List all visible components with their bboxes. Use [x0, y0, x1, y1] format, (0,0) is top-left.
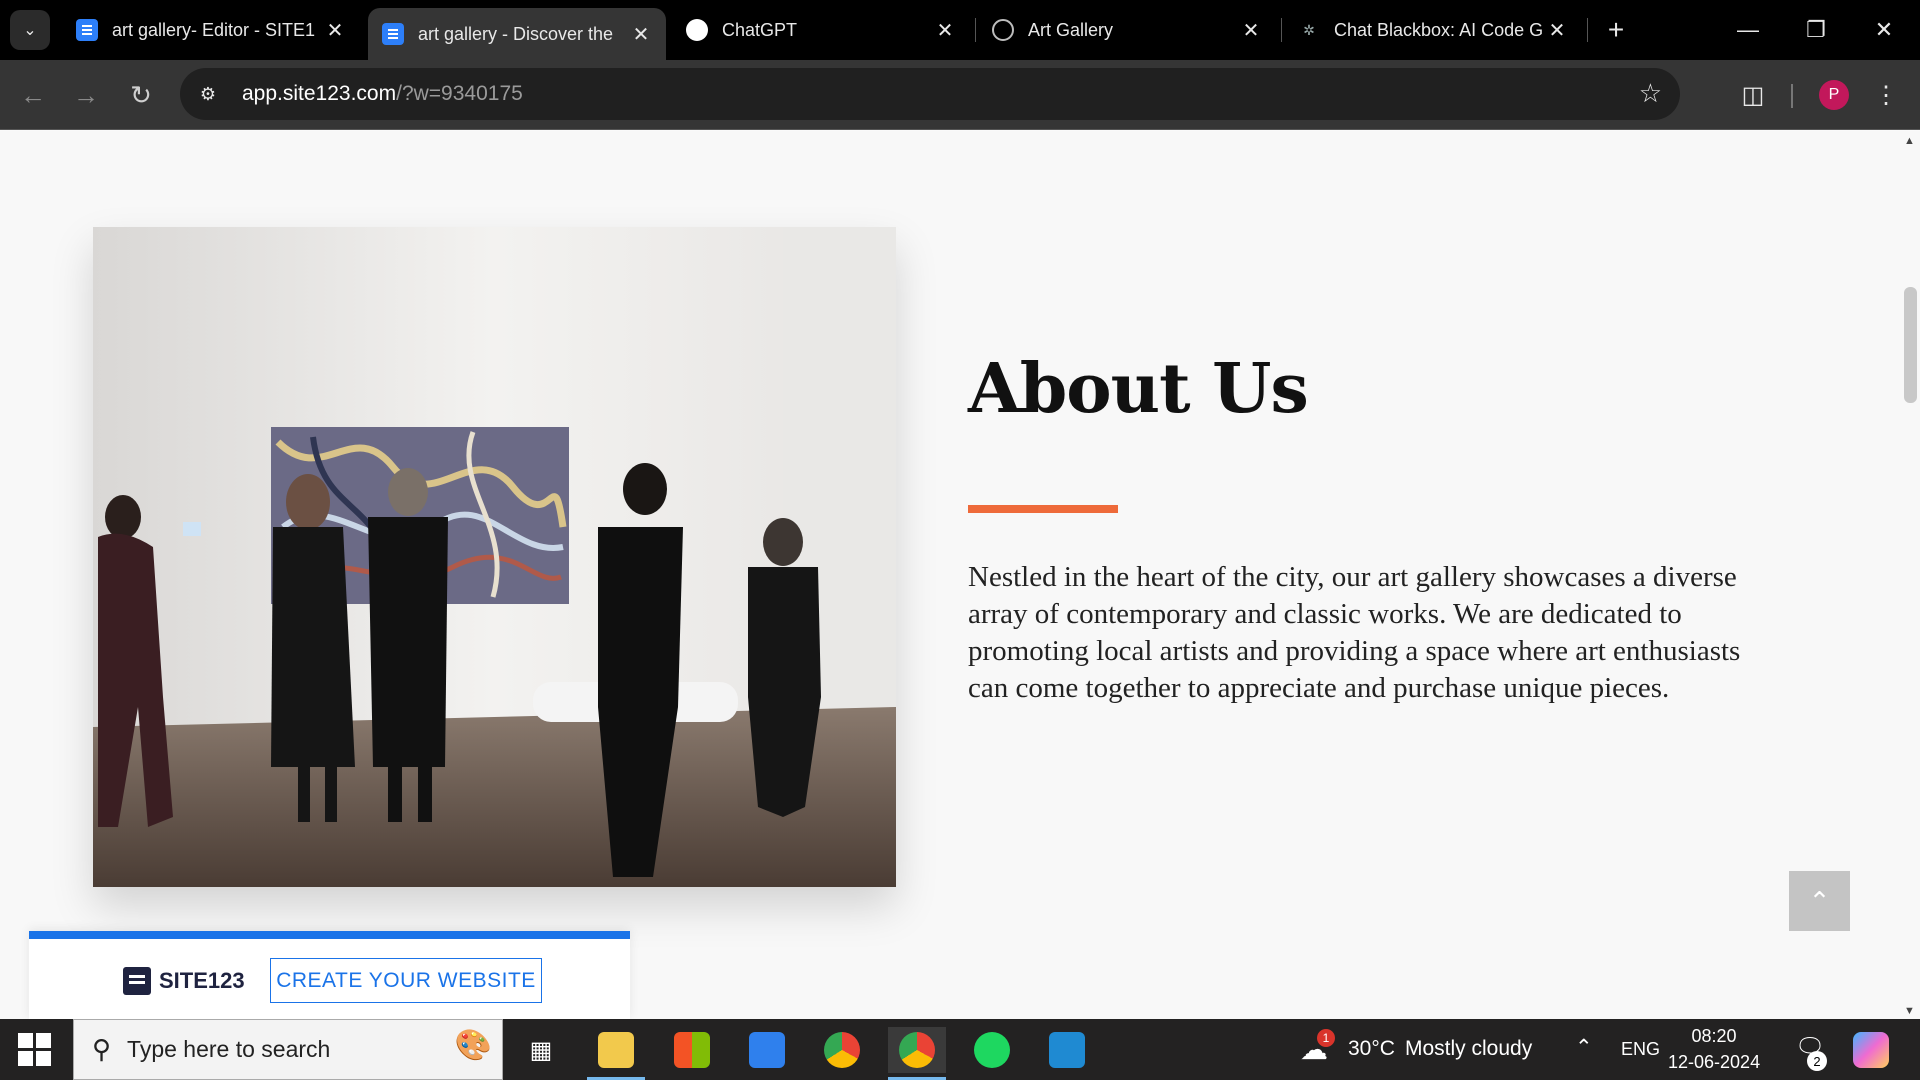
microsoft-store-icon[interactable]: [663, 1027, 721, 1073]
search-icon: ⚲: [92, 1034, 112, 1064]
close-icon[interactable]: ✕: [630, 22, 652, 47]
tab-blackbox[interactable]: ✲ Chat Blackbox: AI Code G ✕: [1284, 8, 1582, 52]
tab-separator: [975, 18, 976, 42]
scroll-down-arrow-icon[interactable]: ▼: [1904, 1005, 1915, 1017]
extensions-icon[interactable]: ◫: [1733, 75, 1773, 115]
chatgpt-icon: [686, 19, 708, 41]
tab-title: Chat Blackbox: AI Code G: [1334, 19, 1544, 40]
tab-discover[interactable]: art gallery - Discover the ✕: [368, 8, 666, 60]
gallery-photo-image: [93, 227, 896, 887]
url-path: /?w=9340175: [396, 82, 523, 105]
close-icon[interactable]: ✕: [934, 18, 956, 43]
windows-taskbar: ⚲ Type here to search 🎨 ▦ ☁ 1 30°C Mostl…: [0, 1019, 1920, 1080]
scroll-up-arrow-icon[interactable]: ▲: [1904, 135, 1915, 147]
taskbar-clock[interactable]: 08:20 12-06-2024: [1668, 1023, 1760, 1075]
close-icon[interactable]: ✕: [324, 18, 346, 43]
search-placeholder: Type here to search: [127, 1036, 331, 1062]
close-window-button[interactable]: ✕: [1854, 8, 1914, 52]
avatar[interactable]: P: [1819, 80, 1849, 110]
taskbar-search-box[interactable]: ⚲ Type here to search 🎨: [73, 1019, 503, 1080]
clock-time: 08:20: [1691, 1026, 1737, 1046]
tray-overflow-chevron-icon[interactable]: ⌃: [1575, 1035, 1593, 1060]
chrome-profile-icon[interactable]: [888, 1027, 946, 1080]
tab-editor[interactable]: art gallery- Editor - SITE1 ✕: [62, 8, 360, 52]
tab-search-button[interactable]: ⌄: [10, 10, 50, 50]
create-website-button[interactable]: CREATE YOUR WEBSITE: [270, 958, 542, 1003]
title-accent-bar: [968, 505, 1118, 513]
page-viewport: About Us Nestled in the heart of the cit…: [0, 131, 1900, 1019]
menu-dots-icon[interactable]: ⋮: [1866, 75, 1906, 115]
restore-button[interactable]: ❐: [1786, 8, 1846, 52]
close-icon[interactable]: ✕: [1240, 18, 1262, 43]
task-view-icon[interactable]: ▦: [512, 1027, 570, 1073]
site123-promo-banner: SITE123 CREATE YOUR WEBSITE: [29, 931, 630, 1019]
back-to-top-button[interactable]: ⌃: [1789, 871, 1850, 931]
tab-title: art gallery- Editor - SITE1: [112, 19, 316, 40]
doc-icon: [76, 19, 98, 41]
chrome-icon[interactable]: [813, 1027, 871, 1073]
tab-title: Art Gallery: [1028, 19, 1114, 40]
about-body: Nestled in the heart of the city, our ar…: [968, 561, 1741, 704]
tab-title: art gallery - Discover the: [418, 23, 614, 44]
tab-chatgpt[interactable]: ChatGPT ✕: [672, 8, 970, 52]
site-info-icon[interactable]: ⚙: [184, 70, 232, 118]
copilot-icon[interactable]: [1842, 1027, 1900, 1073]
toolbar-separator: [1791, 84, 1793, 108]
site123-logo-mark: [123, 967, 151, 995]
browser-toolbar: ← → ↻ ⚙ app.site123.com/?w=9340175 ☆ ◫ ⋮: [0, 60, 1920, 130]
tab-title: ChatGPT: [722, 19, 798, 40]
reload-button[interactable]: ↻: [121, 75, 161, 115]
mail-icon[interactable]: [738, 1027, 796, 1073]
clock-date: 12-06-2024: [1668, 1052, 1761, 1072]
weather-condition[interactable]: Mostly cloudy: [1405, 1037, 1532, 1061]
vscode-icon[interactable]: [1038, 1027, 1096, 1073]
back-button[interactable]: ←: [13, 75, 53, 115]
weather-alert-badge: 1: [1317, 1029, 1335, 1047]
tab-separator: [1281, 18, 1282, 42]
minimize-button[interactable]: —: [1718, 8, 1778, 52]
close-icon[interactable]: ✕: [1546, 18, 1568, 43]
blackbox-icon: ✲: [1303, 21, 1315, 38]
new-tab-button[interactable]: +: [1598, 12, 1634, 48]
forward-button[interactable]: →: [66, 75, 106, 115]
globe-icon: [992, 19, 1014, 41]
doc-icon: [382, 23, 404, 45]
notification-count-badge: 2: [1807, 1051, 1827, 1071]
start-button[interactable]: [18, 1033, 52, 1067]
gallery-photo: [93, 227, 896, 887]
spotify-icon[interactable]: [963, 1027, 1021, 1073]
weather-temp[interactable]: 30°C: [1348, 1037, 1395, 1061]
search-highlight-icon: 🎨: [454, 1029, 492, 1062]
url-host: app.site123.com: [242, 82, 397, 105]
page-scrollbar[interactable]: ▲ ▼: [1900, 131, 1920, 1019]
site123-logo[interactable]: SITE123: [123, 967, 245, 995]
bookmark-star-icon[interactable]: ☆: [1639, 78, 1662, 109]
language-indicator[interactable]: ENG: [1621, 1039, 1660, 1060]
tab-strip: ⌄ art gallery- Editor - SITE1 ✕ art gall…: [0, 0, 1920, 60]
about-title: About Us: [968, 349, 1309, 429]
tab-art-gallery[interactable]: Art Gallery ✕: [978, 8, 1276, 52]
chevron-up-icon: ⌃: [1808, 885, 1831, 916]
site123-brand: SITE123: [159, 968, 245, 993]
tab-separator: [1587, 18, 1588, 42]
file-explorer-icon[interactable]: [587, 1027, 645, 1080]
address-bar[interactable]: ⚙ app.site123.com/?w=9340175 ☆: [180, 68, 1680, 120]
scroll-thumb[interactable]: [1904, 287, 1917, 403]
